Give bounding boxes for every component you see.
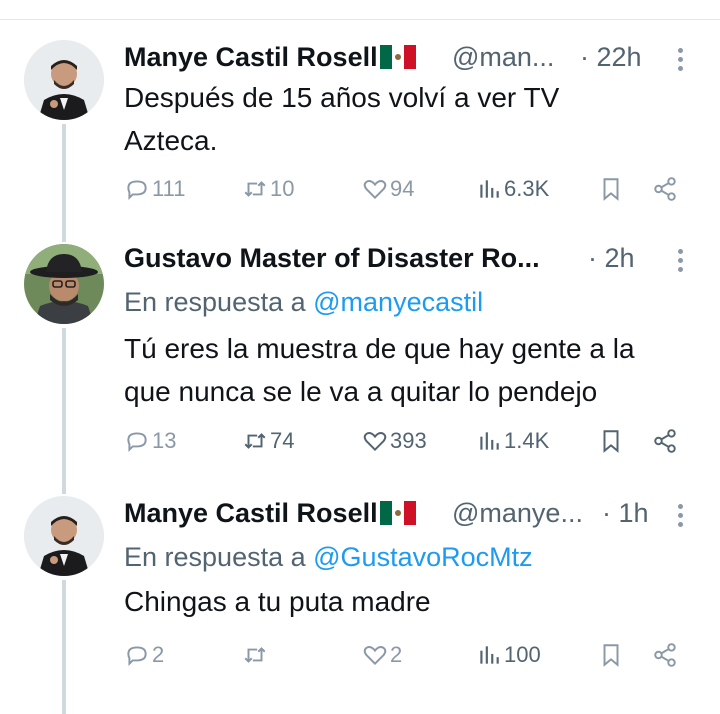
like-button[interactable]: 94 xyxy=(362,173,414,205)
thread-line xyxy=(62,328,66,494)
author-name[interactable]: Gustavo Master of Disaster Ro... xyxy=(124,241,540,275)
views-icon xyxy=(480,646,499,664)
retweet-icon xyxy=(244,647,266,663)
reply-icon xyxy=(127,646,147,667)
reply-button[interactable]: 111 xyxy=(124,173,185,205)
timestamp[interactable]: · 2h xyxy=(588,241,635,275)
like-icon xyxy=(363,646,387,666)
bookmark-icon xyxy=(603,178,619,201)
tweet-header: Manye Castil Rosell @manye... · 1h xyxy=(124,496,706,536)
reply-button[interactable]: 13 xyxy=(124,425,176,457)
share-button[interactable] xyxy=(652,173,680,205)
author-name[interactable]: Manye Castil Rosell xyxy=(124,40,416,74)
top-divider xyxy=(0,19,720,20)
reply-icon xyxy=(127,180,147,201)
views-button[interactable]: 100 xyxy=(476,639,541,671)
bookmark-icon xyxy=(603,430,619,453)
tweet-text: Chingas a tu puta madre xyxy=(124,586,431,617)
views-icon xyxy=(480,180,499,198)
tweet-text: Tú eres la muestra de que hay gente a la… xyxy=(124,333,635,407)
bookmark-icon xyxy=(603,644,619,667)
author-handle[interactable]: @manye... xyxy=(452,496,583,530)
reply-icon xyxy=(127,432,147,453)
thread-line xyxy=(62,124,66,242)
tweet[interactable]: Manye Castil Rosell @man... · 22h Despué… xyxy=(124,40,706,210)
retweet-button[interactable]: 10 xyxy=(242,173,294,205)
avatar[interactable] xyxy=(24,244,104,324)
share-icon xyxy=(654,429,676,453)
thread-line xyxy=(62,580,66,714)
share-button[interactable] xyxy=(652,425,680,457)
mention-link[interactable]: @GustavoRocMtz xyxy=(313,542,532,572)
more-icon[interactable] xyxy=(678,249,684,276)
mexico-flag-icon xyxy=(379,501,416,525)
tweet-header: Gustavo Master of Disaster Ro... · 2h xyxy=(124,241,706,281)
retweet-icon xyxy=(244,433,266,449)
retweet-icon xyxy=(244,181,266,197)
retweet-button[interactable]: 74 xyxy=(242,425,294,457)
tweet-actions: 111 10 94 6.3K xyxy=(124,173,706,205)
mention-link[interactable]: @manyecastil xyxy=(313,287,483,317)
reply-button[interactable]: 2 xyxy=(124,639,164,671)
tweet[interactable]: Manye Castil Rosell @manye... · 1h En re… xyxy=(124,496,706,686)
share-icon xyxy=(654,177,676,201)
mexico-flag-icon xyxy=(379,45,416,69)
tweet-text: Después de 15 años volví a ver TV Azteca… xyxy=(124,82,560,156)
views-icon xyxy=(480,432,499,450)
more-icon[interactable] xyxy=(678,504,684,531)
timestamp[interactable]: · 1h xyxy=(602,496,649,530)
bookmark-button[interactable] xyxy=(598,173,626,205)
views-button[interactable]: 1.4K xyxy=(476,425,549,457)
author-name[interactable]: Manye Castil Rosell xyxy=(124,496,416,530)
more-icon[interactable] xyxy=(678,48,684,75)
retweet-button[interactable] xyxy=(242,639,270,671)
like-icon xyxy=(363,432,387,452)
tweet[interactable]: Gustavo Master of Disaster Ro... · 2h En… xyxy=(124,241,706,471)
bookmark-button[interactable] xyxy=(598,639,626,671)
share-icon xyxy=(654,643,676,667)
like-button[interactable]: 2 xyxy=(362,639,402,671)
like-button[interactable]: 393 xyxy=(362,425,427,457)
tweet-actions: 2 2 100 xyxy=(124,639,706,671)
reply-context: En respuesta a @manyecastil xyxy=(124,287,484,317)
avatar[interactable] xyxy=(24,40,104,120)
tweet-header: Manye Castil Rosell @man... · 22h xyxy=(124,40,706,80)
views-button[interactable]: 6.3K xyxy=(476,173,549,205)
like-icon xyxy=(363,180,387,200)
share-button[interactable] xyxy=(652,639,680,671)
bookmark-button[interactable] xyxy=(598,425,626,457)
tweet-actions: 13 74 393 1.4K xyxy=(124,425,706,457)
avatar[interactable] xyxy=(24,496,104,576)
reply-context: En respuesta a @GustavoRocMtz xyxy=(124,542,533,572)
author-handle[interactable]: @man... xyxy=(452,40,554,74)
timestamp[interactable]: · 22h xyxy=(580,40,642,74)
